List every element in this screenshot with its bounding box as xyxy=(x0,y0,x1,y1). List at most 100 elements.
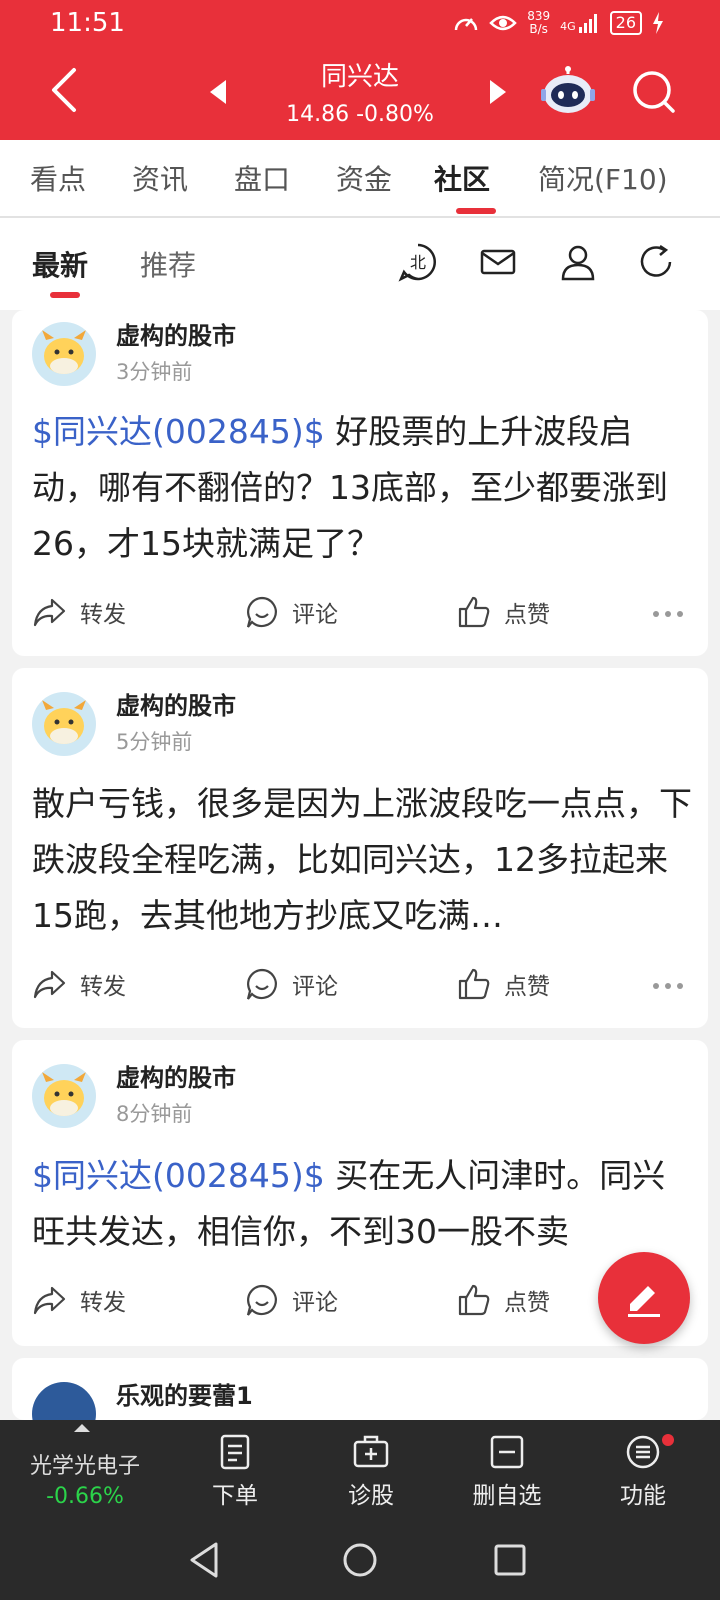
cow-avatar-icon xyxy=(42,700,86,744)
related-stock[interactable]: 光学光电子 -0.66% xyxy=(0,1420,170,1522)
post-time: 8分钟前 xyxy=(116,1102,193,1126)
post-author[interactable]: 乐观的要蕾1 xyxy=(116,1376,253,1411)
forward-button[interactable]: 转发 xyxy=(32,1282,126,1318)
bottom-toolbar: 光学光电子 -0.66% 下单 诊股 删自选 功能 xyxy=(0,1420,720,1522)
app-header: 11:51 839 B/s 4G 26 同兴达 14.86 -0.80% xyxy=(0,0,720,140)
related-stock-name: 光学光电子 xyxy=(29,1454,140,1479)
functions-label: 功能 xyxy=(620,1483,666,1509)
share-arrow-icon xyxy=(33,598,66,627)
tab-community[interactable]: 社区 xyxy=(434,158,490,198)
pencil-icon xyxy=(628,1286,660,1317)
comment-bubble-icon xyxy=(246,968,277,1000)
avatar[interactable] xyxy=(32,1064,96,1128)
like-button[interactable]: 点赞 xyxy=(456,594,550,630)
next-stock-button[interactable] xyxy=(490,80,506,104)
comment-button[interactable]: 评论 xyxy=(244,966,338,1002)
tab-orderbook[interactable]: 盘口 xyxy=(234,158,290,198)
more-options-icon[interactable] xyxy=(652,982,684,990)
tab-news[interactable]: 资讯 xyxy=(132,158,188,198)
stock-change: -0.80% xyxy=(356,102,434,127)
avatar[interactable] xyxy=(32,322,96,386)
header-stock-name: 同兴达 xyxy=(320,62,399,92)
robot-assistant-icon[interactable] xyxy=(540,66,596,116)
tab-f10[interactable]: 简况(F10) xyxy=(538,158,668,198)
forward-label: 转发 xyxy=(80,974,126,1000)
active-subtab-indicator xyxy=(50,292,80,298)
user-icon[interactable] xyxy=(558,242,598,282)
avatar[interactable] xyxy=(32,692,96,756)
signal-bars-icon xyxy=(578,14,597,33)
mail-icon[interactable] xyxy=(478,242,518,282)
expand-up-icon[interactable] xyxy=(74,1424,90,1432)
diagnose-button[interactable]: 诊股 xyxy=(316,1434,426,1510)
functions-button[interactable]: 功能 xyxy=(588,1434,698,1510)
order-doc-icon xyxy=(220,1434,250,1470)
order-button[interactable]: 下单 xyxy=(180,1434,290,1510)
forward-button[interactable]: 转发 xyxy=(32,966,126,1002)
like-button[interactable]: 点赞 xyxy=(456,966,550,1002)
community-logo-icon[interactable]: 北 xyxy=(398,242,438,282)
post-content[interactable]: $同兴达(002845)$ 买在无人问津时。同兴旺共发达，相信你，不到30一股不… xyxy=(32,1148,692,1260)
menu-circle-icon xyxy=(626,1435,660,1469)
like-label: 点赞 xyxy=(504,974,550,1000)
stock-link[interactable]: $同兴达(002845)$ xyxy=(32,1156,325,1195)
search-icon[interactable] xyxy=(630,68,676,114)
post-actions: 转发 评论 点赞 xyxy=(12,966,708,1006)
eye-icon xyxy=(489,15,517,31)
forward-button[interactable]: 转发 xyxy=(32,594,126,630)
comment-bubble-icon xyxy=(246,596,277,628)
post-card[interactable]: 虚构的股市 3分钟前 $同兴达(002845)$ 好股票的上升波段启动，哪有不翻… xyxy=(12,310,708,656)
battery-indicator: 26 xyxy=(609,11,642,35)
thumbs-up-icon xyxy=(458,968,490,1000)
diagnose-label: 诊股 xyxy=(348,1483,394,1509)
thumbs-up-icon xyxy=(458,596,490,628)
subtab-recommended[interactable]: 推荐 xyxy=(140,244,196,284)
remove-watchlist-button[interactable]: 删自选 xyxy=(452,1434,562,1510)
comment-label: 评论 xyxy=(292,1290,338,1316)
subtab-latest[interactable]: 最新 xyxy=(32,244,88,284)
thumbs-up-icon xyxy=(458,1284,490,1316)
post-body: 散户亏钱，很多是因为上涨波段吃一点点，下跌波段全程吃满，比如同兴达，12多拉起来… xyxy=(32,784,692,935)
avatar[interactable] xyxy=(32,1382,96,1420)
main-tabs: 看点 资讯 盘口 资金 社区 简况(F10) xyxy=(0,140,720,218)
cow-avatar-icon xyxy=(42,330,86,374)
post-card[interactable]: 乐观的要蕾1 xyxy=(12,1358,708,1420)
comment-button[interactable]: 评论 xyxy=(244,594,338,630)
svg-text:北: 北 xyxy=(410,253,426,272)
status-icons: 839 B/s 4G 26 xyxy=(453,10,664,36)
speed-unit: B/s xyxy=(529,22,548,36)
tab-kandian[interactable]: 看点 xyxy=(30,158,86,198)
notification-dot xyxy=(662,1434,674,1446)
status-time: 11:51 xyxy=(50,8,125,38)
tab-funds[interactable]: 资金 xyxy=(336,158,392,198)
compose-post-button[interactable] xyxy=(598,1252,690,1344)
like-button[interactable]: 点赞 xyxy=(456,1282,550,1318)
nav-home-icon[interactable] xyxy=(338,1538,382,1582)
post-card[interactable]: 虚构的股市 散户亏钱，很多是因为上涨波段吃一点点，下跌波段全程吃满，比如同兴达，… xyxy=(12,668,708,1028)
like-label: 点赞 xyxy=(504,1290,550,1316)
medical-kit-icon xyxy=(353,1435,389,1468)
forward-label: 转发 xyxy=(80,1290,126,1316)
post-author[interactable]: 虚构的股市 xyxy=(116,686,236,721)
stock-price: 14.86 xyxy=(286,102,350,127)
nav-recents-icon[interactable] xyxy=(488,1538,532,1582)
signal-icon: 4G xyxy=(560,13,600,33)
related-stock-change: -0.66% xyxy=(46,1484,124,1509)
share-arrow-icon xyxy=(33,970,66,999)
prev-stock-button[interactable] xyxy=(210,80,226,104)
system-nav-bar xyxy=(0,1522,720,1600)
charging-icon xyxy=(653,12,663,34)
post-author[interactable]: 虚构的股市 xyxy=(116,316,236,351)
nav-back-icon[interactable] xyxy=(184,1538,228,1582)
header-stock-quote: 14.86 -0.80% xyxy=(240,102,480,127)
comment-button[interactable]: 评论 xyxy=(244,1282,338,1318)
share-arrow-icon xyxy=(33,1286,66,1315)
stock-link[interactable]: $同兴达(002845)$ xyxy=(32,412,325,451)
more-options-icon[interactable] xyxy=(652,610,684,618)
post-author[interactable]: 虚构的股市 xyxy=(116,1058,236,1093)
refresh-icon[interactable] xyxy=(636,242,676,282)
post-content[interactable]: $同兴达(002845)$ 好股票的上升波段启动，哪有不翻倍的？13底部，至少都… xyxy=(32,404,692,574)
post-actions: 转发 评论 点赞 xyxy=(12,594,708,634)
post-content[interactable]: 散户亏钱，很多是因为上涨波段吃一点点，下跌波段全程吃满，比如同兴达，12多拉起来… xyxy=(32,776,692,944)
back-button[interactable] xyxy=(46,66,82,114)
